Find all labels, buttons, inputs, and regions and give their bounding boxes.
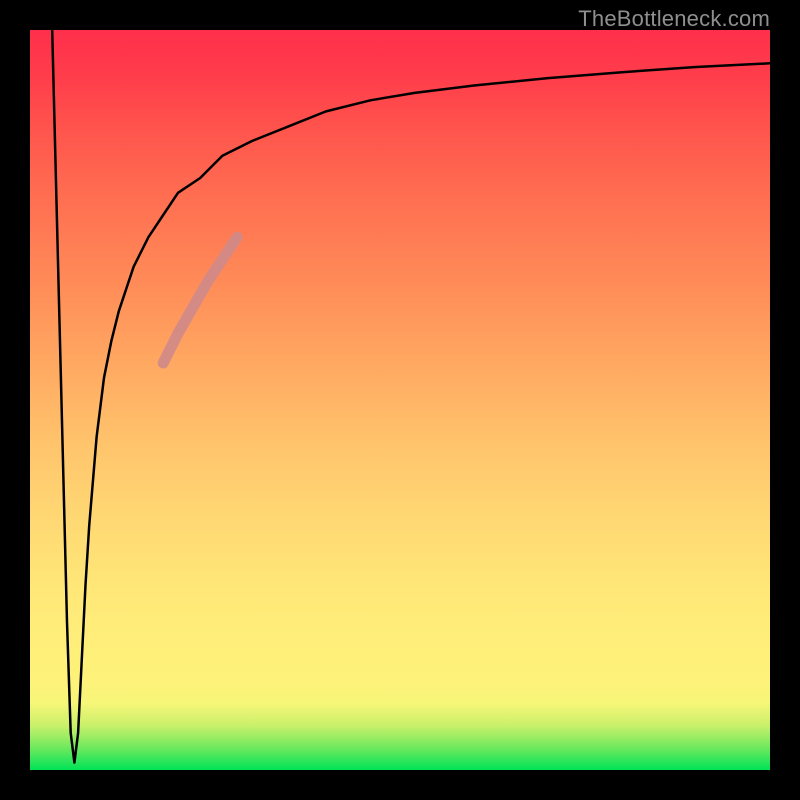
curve-layer <box>30 30 770 770</box>
highlighted-segment <box>163 237 237 363</box>
bottleneck-curve <box>52 30 770 763</box>
plot-area <box>30 30 770 770</box>
watermark-text: TheBottleneck.com <box>578 6 770 32</box>
chart-frame: TheBottleneck.com <box>0 0 800 800</box>
